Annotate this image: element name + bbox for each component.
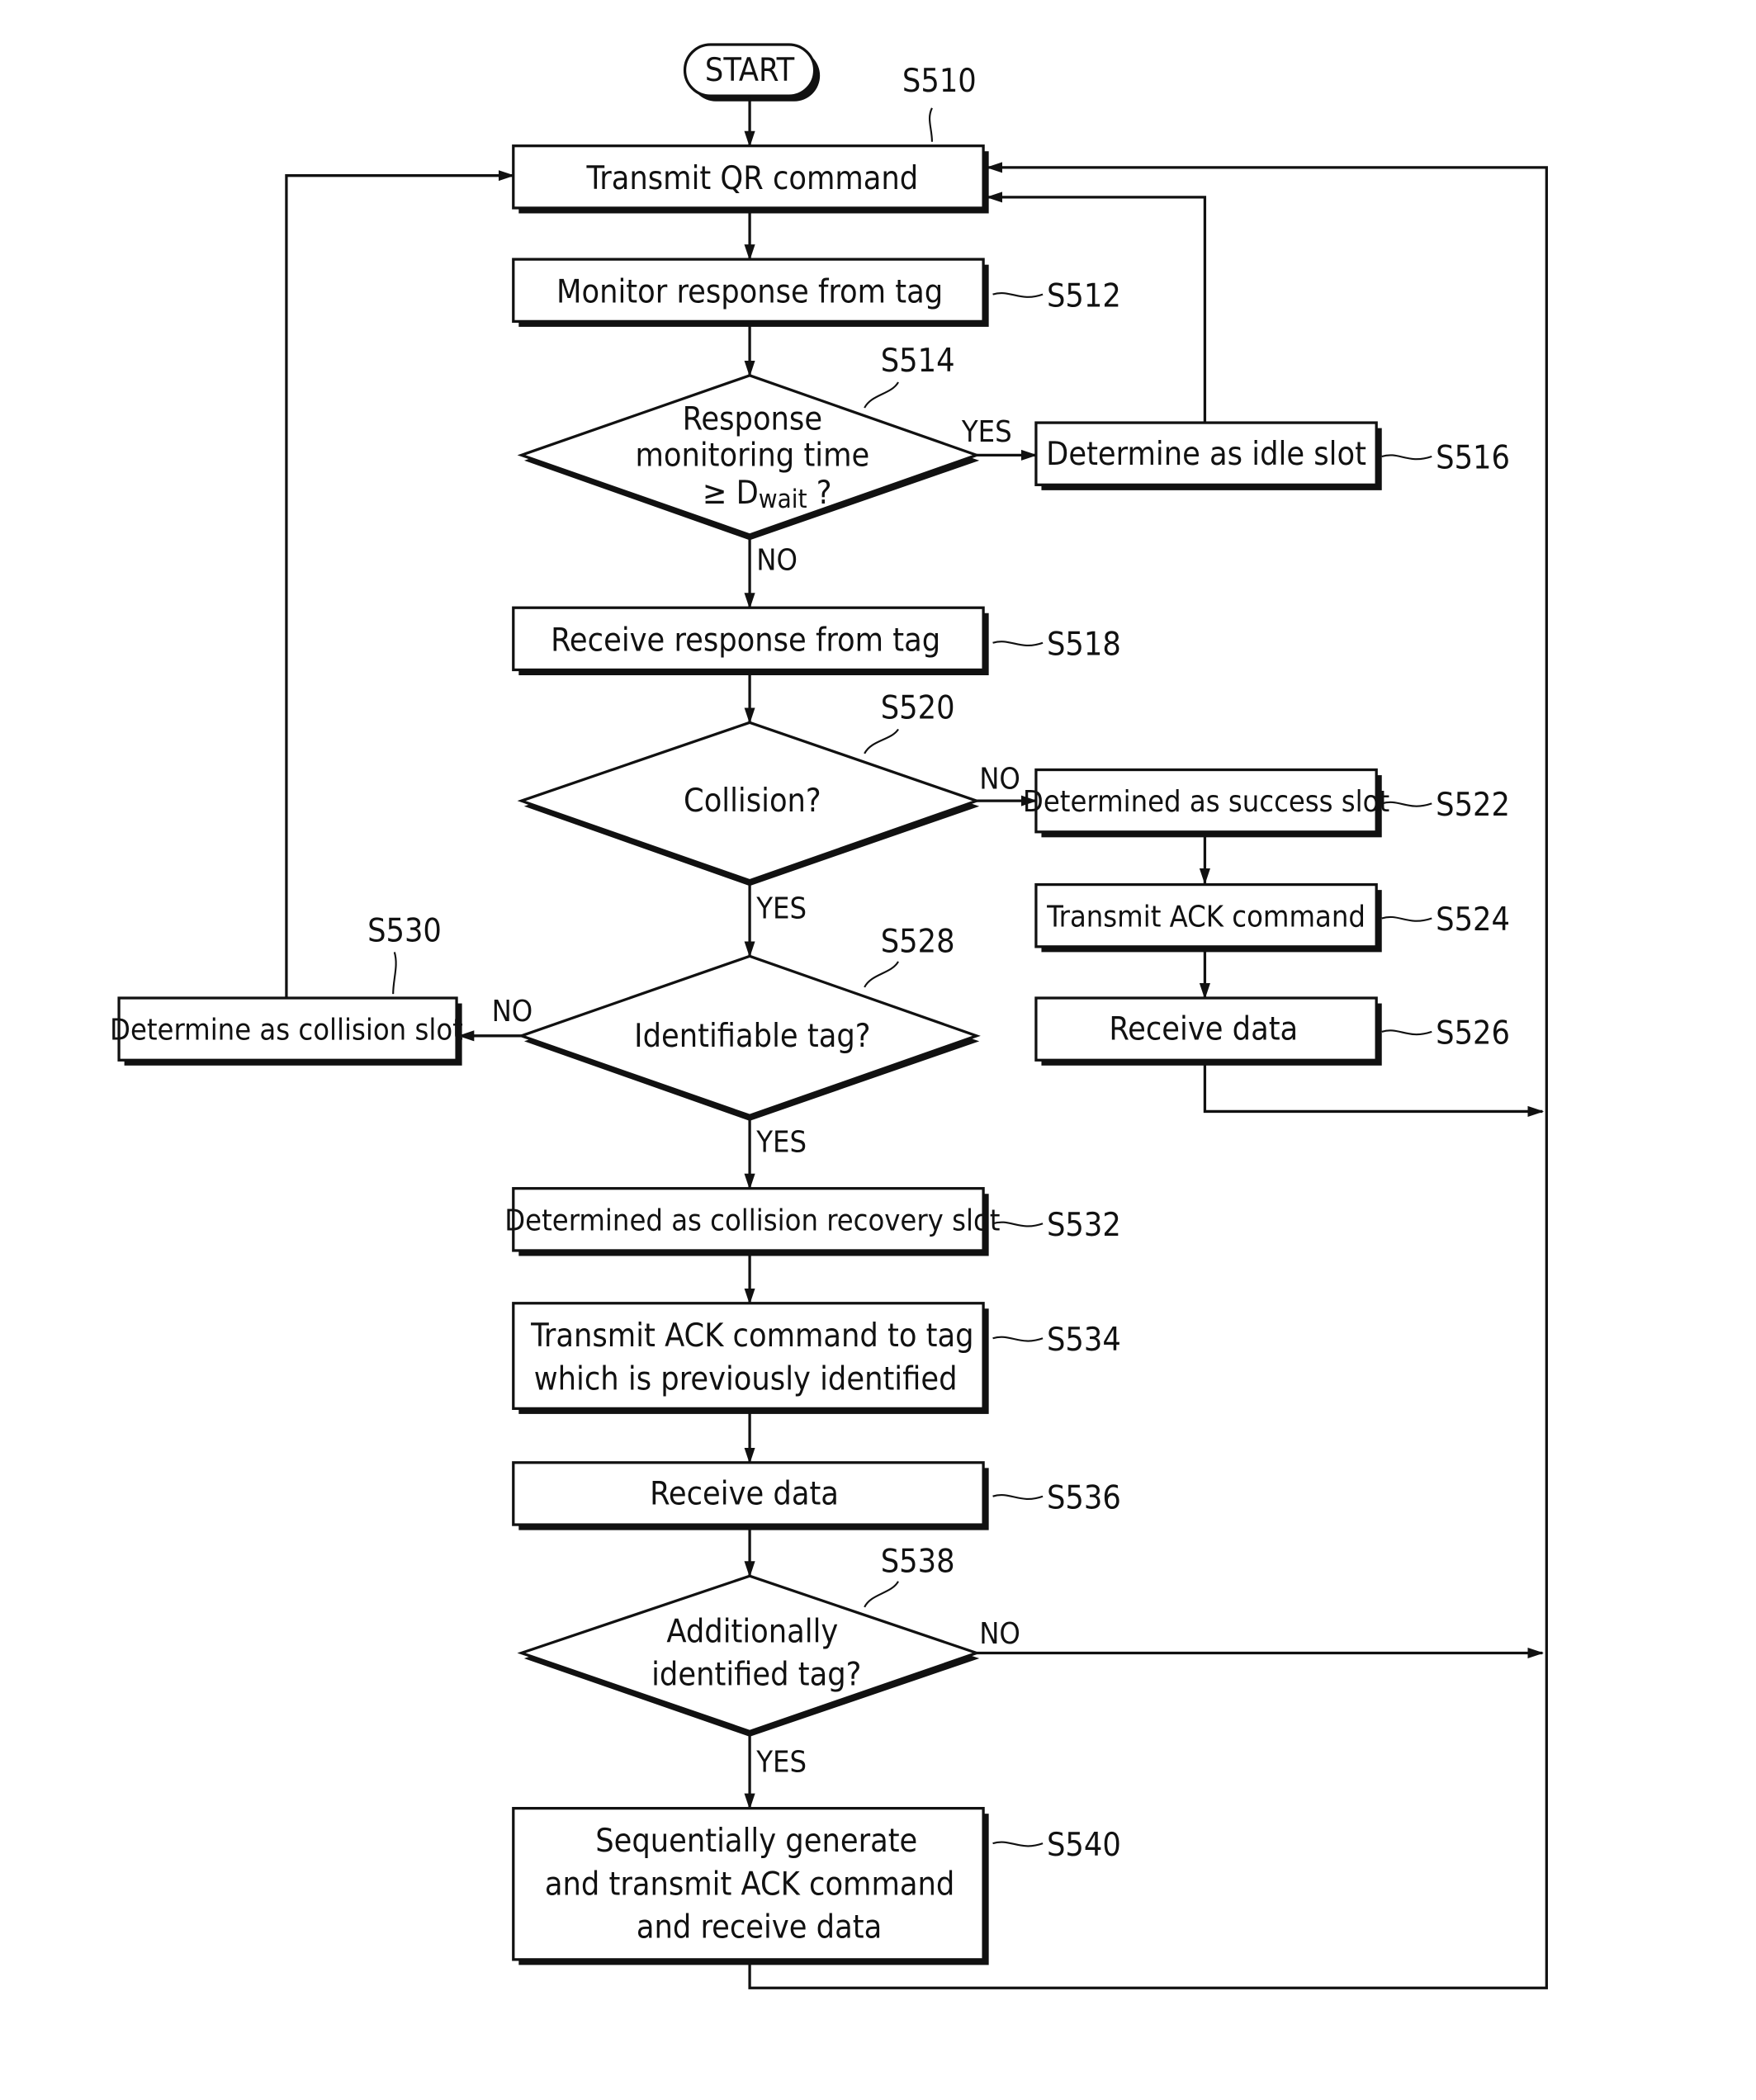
edge-label-yes-s528: YES <box>755 1126 807 1160</box>
step-label-s518: S518 <box>1047 626 1121 663</box>
s512-text: Monitor response from tag <box>556 273 943 310</box>
step-label-s522: S522 <box>1436 787 1510 824</box>
flowchart: START YES NO NO YES NO YES NO YES Transm… <box>110 43 1548 1989</box>
process-s518: Receive response from tag S518 <box>512 606 1121 676</box>
s532-text: Determined as collision recovery slot <box>504 1204 1000 1237</box>
edge-label-yes-s514: YES <box>961 415 1012 449</box>
process-s540: Sequentially generate and transmit ACK c… <box>512 1806 1121 1965</box>
step-label-s530: S530 <box>367 912 442 949</box>
s516-text: Determine as idle slot <box>1046 436 1366 473</box>
process-s536: Receive data S536 <box>512 1461 1121 1530</box>
step-label-s532: S532 <box>1047 1207 1121 1244</box>
s538-text-line2: identified tag? <box>651 1657 861 1694</box>
s524-text: Transmit ACK command <box>1046 900 1366 934</box>
step-label-s538: S538 <box>881 1543 955 1580</box>
step-label-s528: S528 <box>881 923 955 960</box>
s540-text-line1: Sequentially generate <box>595 1823 917 1860</box>
s514-text-line2: monitoring time <box>635 437 869 474</box>
step-label-s524: S524 <box>1436 901 1510 939</box>
process-s522: Determined as success slot S522 <box>1023 768 1510 838</box>
process-s532: Determined as collision recovery slot S5… <box>504 1187 1121 1256</box>
s530-text: Determine as collision slot <box>110 1014 463 1048</box>
step-label-s540: S540 <box>1047 1827 1121 1864</box>
step-label-s534: S534 <box>1047 1322 1121 1359</box>
s538-text-line1: Additionally <box>666 1613 838 1650</box>
edge-label-no-s528: NO <box>492 995 533 1029</box>
s522-text: Determined as success slot <box>1023 785 1389 819</box>
edge-label-yes-s538: YES <box>755 1745 807 1779</box>
process-s524: Transmit ACK command S524 <box>1034 882 1510 953</box>
process-s516: Determine as idle slot S516 <box>1034 421 1510 490</box>
step-label-s516: S516 <box>1436 440 1510 477</box>
step-label-s526: S526 <box>1436 1015 1510 1052</box>
s540-text-line2: and transmit ACK command <box>545 1866 954 1903</box>
edge-label-no-s520: NO <box>979 762 1020 796</box>
s520-text: Collision? <box>684 783 821 820</box>
start-terminal: START <box>683 43 821 102</box>
s534-text-line2: which is previously identified <box>534 1360 958 1398</box>
s510-text: Transmit QR command <box>585 160 918 197</box>
s536-text: Receive data <box>650 1476 839 1513</box>
process-s534: Transmit ACK command to tag which is pre… <box>512 1302 1121 1414</box>
process-s512: Monitor response from tag S512 <box>512 258 1121 327</box>
edge-label-no-s538: NO <box>979 1617 1020 1651</box>
edge-label-yes-s520: YES <box>755 892 807 925</box>
s518-text: Receive response from tag <box>551 622 940 660</box>
step-label-s536: S536 <box>1047 1479 1121 1516</box>
edge-label-no-s514: NO <box>756 543 798 577</box>
s534-text-line1: Transmit ACK command to tag <box>530 1317 974 1355</box>
step-label-s520: S520 <box>881 689 955 726</box>
step-label-s512: S512 <box>1047 277 1121 315</box>
step-label-s510: S510 <box>902 63 977 100</box>
start-label: START <box>705 52 795 89</box>
process-s526: Receive data S526 <box>1034 996 1510 1066</box>
s528-text: Identifiable tag? <box>634 1018 870 1055</box>
s514-text-line1: Response <box>683 400 822 438</box>
step-label-s514: S514 <box>881 343 955 380</box>
s526-text: Receive data <box>1109 1011 1298 1048</box>
s540-text-line3: and receive data <box>637 1909 882 1946</box>
